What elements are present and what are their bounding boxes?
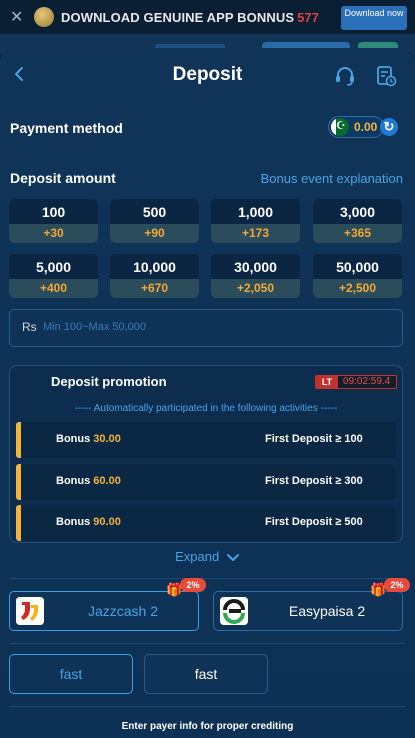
expand-label: Expand: [175, 549, 220, 564]
bonus-condition: First Deposit ≥ 100: [265, 433, 363, 445]
banner-number: 577: [297, 9, 319, 25]
coin-logo-icon: [34, 7, 54, 27]
payer-info-note: Enter payer info for proper crediting: [121, 721, 294, 732]
channel-option[interactable]: fast: [144, 654, 268, 694]
amount-placeholder: Min 100~Max 50,000: [43, 321, 147, 333]
bonus-label-text: Bonus: [56, 516, 91, 528]
amount-bonus: +173: [211, 224, 300, 243]
pakistan-flag-icon: [331, 118, 349, 136]
amount-option[interactable]: 500 +90: [110, 199, 199, 243]
expand-button[interactable]: Expand: [0, 549, 415, 564]
balance-display: 0.00: [328, 116, 384, 138]
promotion-row: Bonus 30.00 First Deposit ≥ 100: [16, 422, 396, 458]
bonus-condition: First Deposit ≥ 500: [265, 516, 363, 528]
download-banner: ✕ DOWNLOAD GENUINE APP BONNUS 577 Downlo…: [0, 0, 415, 34]
bonus-condition: First Deposit ≥ 300: [265, 475, 363, 487]
promotion-subtitle: ----- Automatically participated in the …: [74, 403, 338, 414]
refresh-balance-icon[interactable]: ↻: [380, 118, 398, 136]
bonus-label: Bonus 60.00: [56, 475, 121, 487]
amount-input[interactable]: Rs Min 100~Max 50,000: [9, 309, 403, 347]
promotion-row: Bonus 60.00 First Deposit ≥ 300: [16, 464, 396, 500]
amount-bonus: +2,050: [211, 279, 300, 298]
amount-bonus: +365: [313, 224, 402, 243]
payment-name: Jazzcash 2: [87, 603, 159, 619]
deposit-promotion-panel: Deposit promotion LT 09:02:59.4 ----- Au…: [9, 365, 403, 543]
amount-value: 30,000: [211, 254, 300, 279]
promotion-title: Deposit promotion: [51, 374, 167, 389]
bonus-value: 60.00: [93, 475, 121, 487]
amount-value: 5,000: [9, 254, 98, 279]
bonus-value: 30.00: [93, 433, 121, 445]
channel-option[interactable]: fast: [9, 654, 133, 694]
banner-text: DOWNLOAD GENUINE APP BONNUS: [61, 9, 295, 25]
jazzcash-logo-icon: [16, 597, 44, 625]
promotion-row: Bonus 90.00 First Deposit ≥ 500: [16, 505, 396, 541]
deposit-sheet: Deposit Payment method 0.00 ↻ Deposit am…: [0, 48, 415, 738]
row-accent-bar: [16, 505, 21, 541]
amount-option[interactable]: 1,000 +173: [211, 199, 300, 243]
download-now-button[interactable]: Download now: [341, 6, 407, 30]
payment-name: Easypaisa 2: [288, 603, 366, 619]
timer-value: 09:02:59.4: [343, 376, 391, 387]
amount-option[interactable]: 3,000 +365: [313, 199, 402, 243]
amount-bonus: +670: [110, 279, 199, 298]
currency-label: Rs: [22, 320, 37, 334]
amount-bonus: +400: [9, 279, 98, 298]
amount-option[interactable]: 30,000 +2,050: [211, 254, 300, 298]
payment-option-easypaisa[interactable]: Easypaisa 2 🎁 2%: [213, 578, 410, 631]
payment-option-jazzcash[interactable]: Jazzcash 2 🎁 2%: [9, 578, 206, 631]
bonus-value: 90.00: [93, 516, 121, 528]
amount-option[interactable]: 5,000 +400: [9, 254, 98, 298]
amount-value: 500: [110, 199, 199, 224]
payment-method-label: Payment method: [10, 120, 123, 136]
amount-bonus: +90: [110, 224, 199, 243]
balance-value: 0.00: [354, 120, 378, 134]
divider: [9, 578, 405, 579]
amount-value: 3,000: [313, 199, 402, 224]
amount-value: 100: [9, 199, 98, 224]
bonus-event-explanation-link[interactable]: Bonus event explanation: [261, 171, 403, 186]
amount-value: 50,000: [313, 254, 402, 279]
chevron-down-icon: [226, 553, 239, 561]
divider: [9, 643, 405, 644]
easypaisa-logo-icon: [220, 597, 248, 625]
bonus-label: Bonus 30.00: [56, 433, 121, 445]
amount-bonus: +2,500: [313, 279, 402, 298]
badge-percent: 2%: [384, 578, 410, 592]
deposit-header: Deposit: [0, 48, 415, 104]
row-accent-bar: [16, 464, 21, 500]
badge-percent: 2%: [180, 578, 206, 592]
amount-value: 1,000: [211, 199, 300, 224]
amount-option[interactable]: 100 +30: [9, 199, 98, 243]
amount-option[interactable]: 10,000 +670: [110, 254, 199, 298]
amount-value: 10,000: [110, 254, 199, 279]
bonus-label: Bonus 90.00: [56, 516, 121, 528]
amount-option[interactable]: 50,000 +2,500: [313, 254, 402, 298]
timer-label: LT: [316, 376, 338, 388]
promotion-timer: LT 09:02:59.4: [315, 375, 397, 389]
deposit-amount-label: Deposit amount: [10, 170, 116, 186]
amount-bonus: +30: [9, 224, 98, 243]
bonus-label-text: Bonus: [56, 475, 91, 487]
customer-support-icon[interactable]: [333, 64, 357, 88]
row-accent-bar: [16, 422, 21, 458]
divider: [9, 706, 405, 707]
deposit-records-icon[interactable]: [374, 64, 398, 88]
banner-close-icon[interactable]: ✕: [10, 7, 28, 27]
bonus-badge: 🎁 2%: [370, 578, 410, 597]
bonus-label-text: Bonus: [56, 433, 91, 445]
bonus-badge: 🎁 2%: [166, 578, 206, 597]
